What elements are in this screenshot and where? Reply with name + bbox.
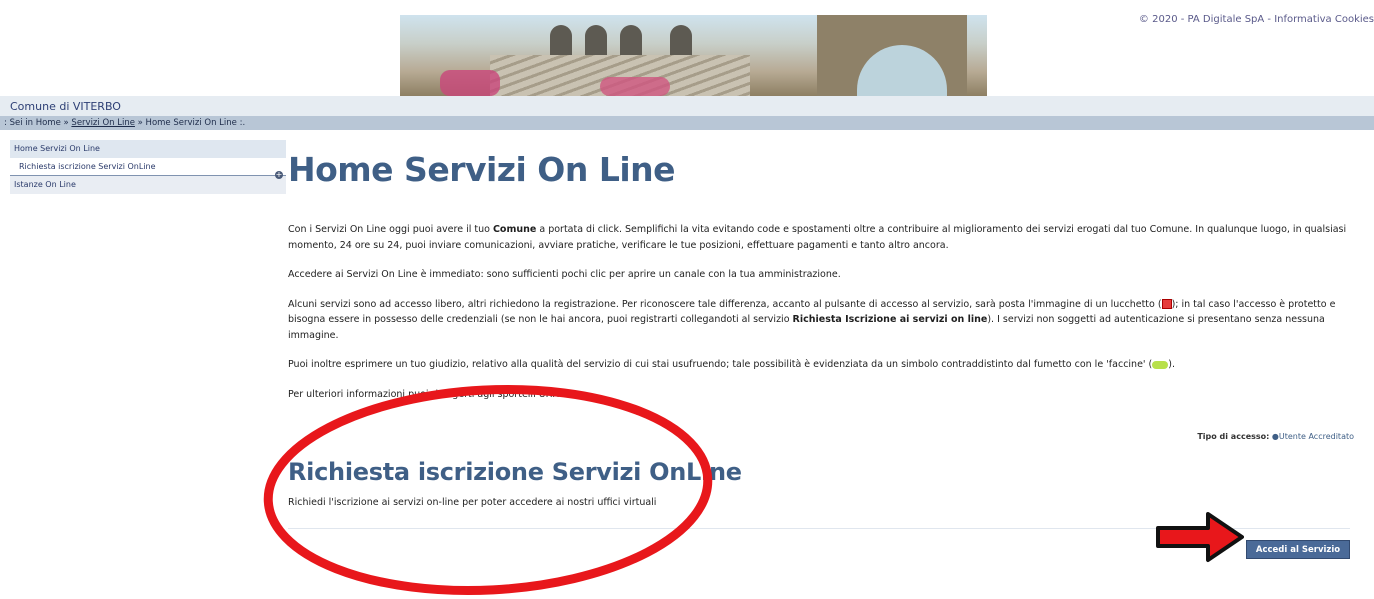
header-banner-image (400, 15, 987, 96)
intro-text: Con i Servizi On Line oggi puoi avere il… (288, 222, 1358, 416)
breadcrumb-prefix: : Sei in Home » (4, 118, 72, 128)
access-type: Tipo di accesso: ●Utente Accreditato (1197, 432, 1354, 441)
breadcrumb: : Sei in Home » Servizi On Line » Home S… (0, 116, 1374, 130)
arch-decoration (585, 25, 607, 59)
red-arrow-annotation (1156, 512, 1244, 562)
copyright-link[interactable]: © 2020 - PA Digitale SpA - Informativa C… (1139, 14, 1374, 25)
flowers-decoration (440, 70, 500, 96)
arch-decoration (670, 25, 692, 59)
access-service-button[interactable]: Accedi al Servizio (1246, 540, 1350, 559)
sidebar-item-richiesta[interactable]: Richiesta iscrizione Servizi OnLine (10, 158, 286, 176)
comune-bar (0, 96, 1374, 116)
intro-paragraph: Alcuni servizi sono ad accesso libero, a… (288, 298, 1336, 341)
arch-decoration (620, 25, 642, 59)
flowers-decoration (600, 77, 670, 96)
breadcrumb-link-servizi[interactable]: Servizi On Line (71, 118, 135, 128)
faces-speech-bubble-icon (1152, 360, 1169, 369)
intro-paragraph: Per ulteriori informazioni puoi rivolger… (288, 388, 560, 400)
access-type-label: Tipo di accesso: (1197, 432, 1270, 441)
user-icon: ● (1271, 432, 1279, 441)
breadcrumb-suffix: » Home Servizi On Line :. (134, 118, 246, 128)
comune-name: Comune di VITERBO (10, 100, 121, 113)
plus-circle-icon[interactable]: + (275, 171, 283, 179)
lock-icon (1161, 299, 1172, 309)
intro-paragraph: Con i Servizi On Line oggi puoi avere il… (288, 224, 1347, 251)
arch-decoration (550, 25, 572, 59)
intro-paragraph: Puoi inoltre esprimere un tuo giudizio, … (288, 359, 1175, 370)
intro-paragraph: Accedere ai Servizi On Line è immediato:… (288, 269, 841, 280)
divider (288, 528, 1350, 529)
service-description: Richiedi l'iscrizione ai servizi on-line… (288, 497, 657, 508)
sidebar-item-label: Istanze On Line (14, 180, 76, 189)
access-type-value: Utente Accreditato (1278, 432, 1354, 441)
page-title: Home Servizi On Line (288, 150, 676, 189)
sidebar-item-home[interactable]: Home Servizi On Line (10, 140, 286, 158)
sidebar-item-istanze[interactable]: Istanze On Line + (10, 171, 286, 194)
service-title[interactable]: Richiesta iscrizione Servizi OnLine (288, 458, 742, 486)
sidebar: Home Servizi On Line Richiesta iscrizion… (10, 140, 286, 194)
